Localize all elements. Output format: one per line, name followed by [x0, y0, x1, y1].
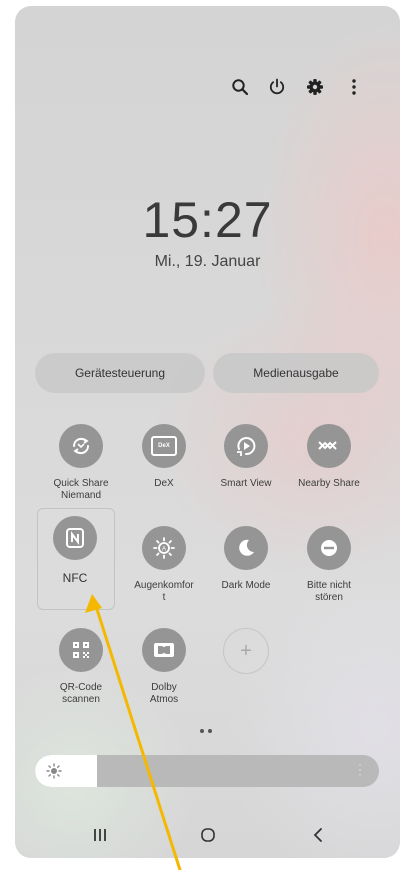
navigation-bar [15, 820, 400, 850]
tile-label: NFC [62, 571, 88, 585]
dex-badge: DeX [151, 436, 177, 456]
clock: 15:27 [142, 192, 273, 248]
tile-nearby-share[interactable]: Nearby Share [287, 424, 371, 490]
top-action-bar [15, 74, 400, 100]
device-control-button[interactable]: Gerätesteuerung [35, 353, 205, 393]
brightness-more-icon[interactable]: ⋮ [353, 761, 367, 778]
page-dot [208, 729, 212, 733]
tile-smart-view[interactable]: Smart View [204, 424, 288, 490]
tile-add[interactable]: + [204, 628, 288, 674]
tile-dex[interactable]: DeX DeX [122, 424, 206, 490]
tile-label: Augenkomfor t [134, 580, 194, 603]
home-icon[interactable] [193, 820, 223, 850]
tile-nfc[interactable]: NFC [33, 516, 117, 584]
more-options-icon[interactable] [341, 74, 367, 100]
nfc-icon [53, 516, 97, 560]
dex-icon: DeX [142, 424, 186, 468]
search-icon[interactable] [227, 74, 253, 100]
tile-eye-comfort[interactable]: A Augenkomfor t [122, 526, 206, 604]
add-icon: + [223, 628, 269, 674]
power-icon[interactable] [264, 74, 290, 100]
tile-label: QR-Code scannen [59, 682, 103, 705]
back-icon[interactable] [303, 820, 333, 850]
tile-label: Dolby Atmos [149, 682, 179, 705]
media-output-button[interactable]: Medienausgabe [213, 353, 379, 393]
qr-code-icon [59, 628, 103, 672]
tile-label: DeX [154, 478, 174, 489]
date: Mi., 19. Januar [154, 253, 261, 270]
tile-label: Nearby Share [298, 478, 360, 489]
smart-view-icon [224, 424, 268, 468]
tile-label: Quick Share Niemand [53, 478, 109, 501]
brightness-slider[interactable]: ⋮ [35, 755, 379, 787]
brightness-sun-icon [45, 762, 63, 780]
tile-quick-share[interactable]: Quick Share Niemand [39, 424, 123, 502]
do-not-disturb-icon [307, 526, 351, 570]
moon-icon [224, 526, 268, 570]
eye-comfort-icon: A [142, 526, 186, 570]
tile-qr-code[interactable]: QR-Code scannen [39, 628, 123, 706]
quick-share-icon [59, 424, 103, 468]
page-indicator [200, 729, 212, 733]
tile-do-not-disturb[interactable]: Bitte nicht stören [287, 526, 371, 604]
dolby-icon [142, 628, 186, 672]
tile-label: Bitte nicht stören [307, 580, 351, 603]
tile-dolby-atmos[interactable]: Dolby Atmos [122, 628, 206, 706]
tile-label: Dark Mode [221, 580, 271, 591]
svg-text:A: A [162, 547, 166, 553]
page-dot [200, 729, 204, 733]
tile-dark-mode[interactable]: Dark Mode [204, 526, 288, 592]
nearby-share-icon [307, 424, 351, 468]
settings-gear-icon[interactable] [302, 74, 328, 100]
phone-screen: 15:27 Mi., 19. Januar Gerätesteuerung Me… [15, 6, 400, 858]
tile-label: Smart View [220, 478, 272, 489]
recents-icon[interactable] [85, 820, 115, 850]
